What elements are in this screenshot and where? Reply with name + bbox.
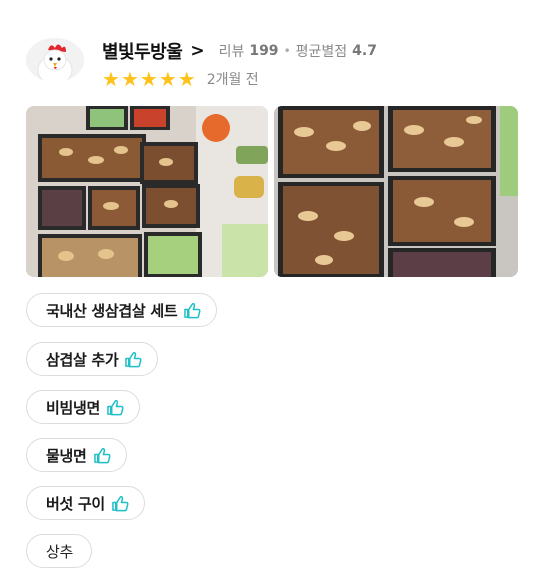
menu-tag-label: 상추 (46, 542, 74, 561)
star-rating: ★ ★ ★ ★ ★ (102, 69, 197, 89)
review-photo-1[interactable] (26, 106, 268, 277)
avatar[interactable] (26, 38, 84, 82)
review-photos (26, 106, 518, 277)
avg-rating-label: 평균별점 (295, 44, 348, 60)
food-containers-image (274, 106, 518, 277)
menu-tag-label: 물냉면 (46, 446, 87, 465)
menu-tag-label: 삼겹살 추가 (46, 350, 119, 369)
star-icon: ★ (177, 67, 196, 91)
separator-dot: • (283, 44, 291, 58)
menu-tag-label: 국내산 생삼겹살 세트 (46, 301, 178, 320)
thumbs-up-icon (184, 302, 201, 318)
chicken-avatar-icon (26, 38, 84, 82)
menu-tag[interactable]: 버섯 구이 (26, 486, 145, 520)
star-icon: ★ (158, 67, 177, 91)
review-header: 별빛두방울 > 리뷰 199 • 평균별점 4.7 ★ ★ ★ ★ ★ 2개월 전 (26, 36, 516, 96)
star-icon: ★ (120, 67, 139, 91)
review-photo-2[interactable] (274, 106, 518, 277)
menu-tag-label: 버섯 구이 (46, 494, 105, 513)
thumbs-up-icon (107, 399, 124, 415)
avg-rating: 4.7 (352, 43, 377, 59)
thumbs-up-icon (112, 495, 129, 511)
menu-tag-label: 비빔냉면 (46, 398, 101, 417)
menu-tag[interactable]: 삼겹살 추가 (26, 342, 159, 376)
menu-tag[interactable]: 상추 (26, 534, 93, 568)
name-row: 별빛두방울 > 리뷰 199 • 평균별점 4.7 (102, 38, 377, 64)
chevron-right-icon[interactable]: > (190, 41, 204, 61)
reviewer-stats: 리뷰 199 • 평균별점 4.7 (219, 41, 377, 61)
thumbs-up-icon (93, 447, 111, 463)
star-icon: ★ (102, 67, 120, 91)
reviewer-nickname[interactable]: 별빛두방울 (102, 38, 183, 64)
thumbs-up-icon (125, 351, 142, 367)
menu-tag[interactable]: 비빔냉면 (26, 390, 141, 424)
food-containers-image (26, 106, 268, 277)
review-count-label: 리뷰 (218, 44, 245, 60)
star-icon: ★ (139, 67, 158, 91)
review-count: 199 (249, 43, 279, 59)
menu-tag[interactable]: 물냉면 (26, 438, 127, 472)
menu-tag[interactable]: 국내산 생삼겹살 세트 (26, 293, 218, 327)
rating-row: ★ ★ ★ ★ ★ 2개월 전 (102, 69, 259, 89)
review-date: 2개월 전 (206, 72, 259, 88)
